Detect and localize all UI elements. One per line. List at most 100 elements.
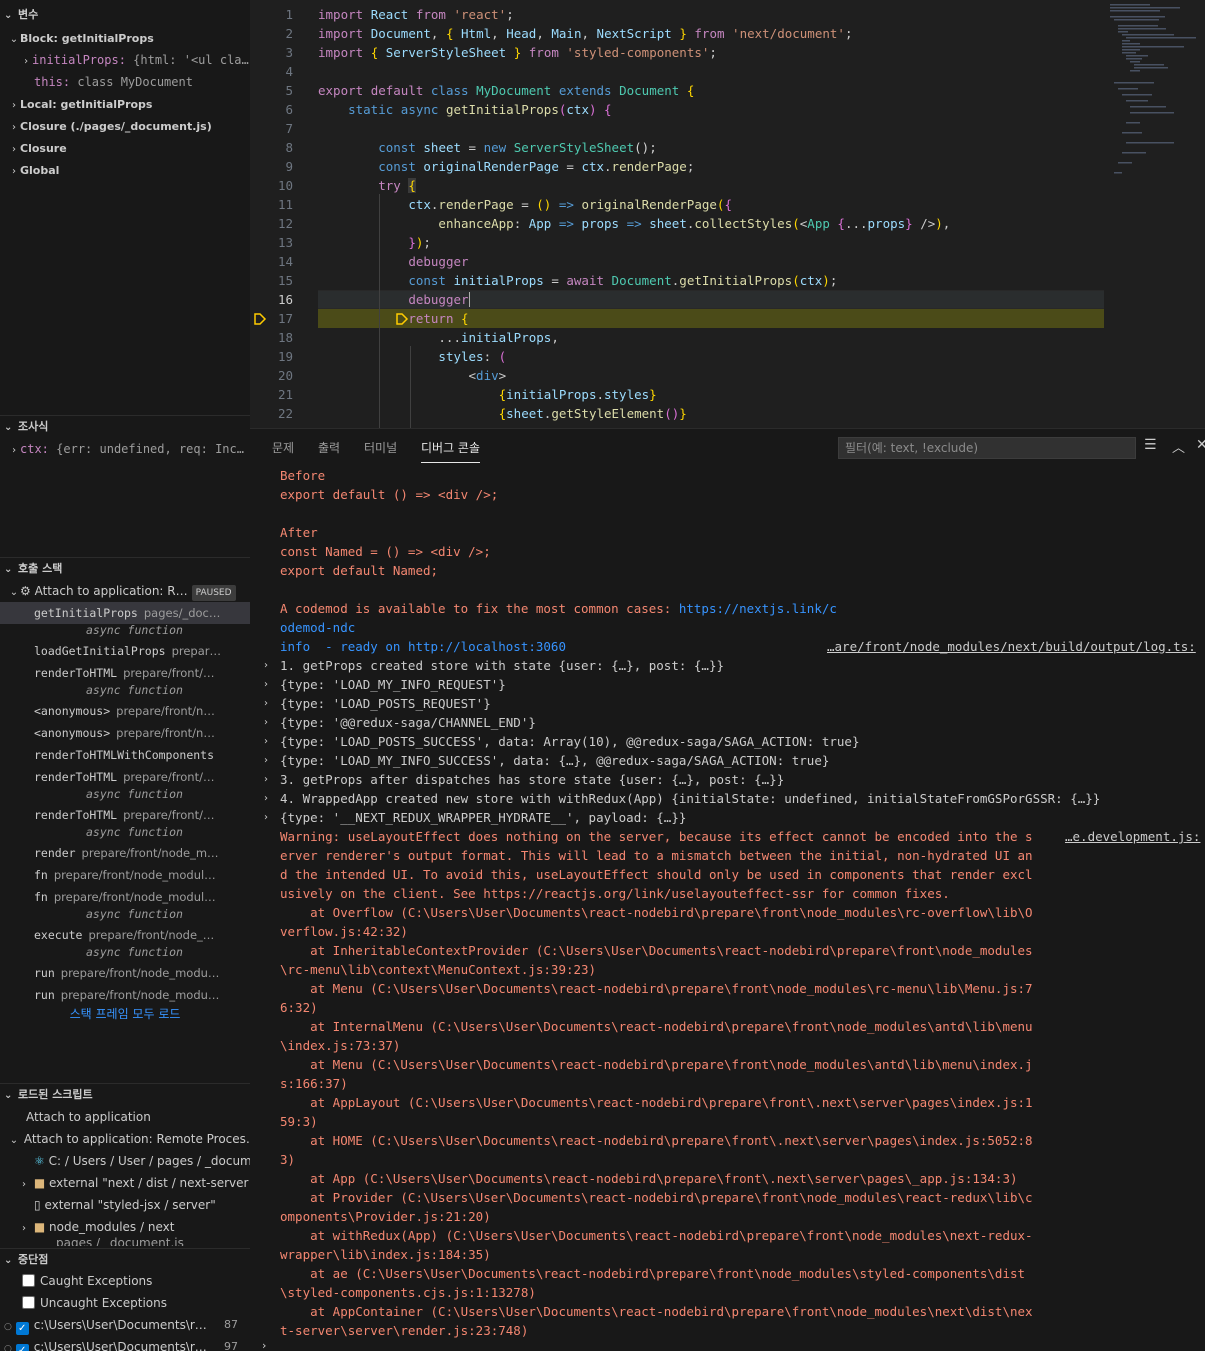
async-separator: async function	[86, 945, 183, 959]
variables-section-header[interactable]: ⌄ 변수	[0, 4, 250, 26]
console-line: wrapper\lib\index.js:184:35)	[280, 1247, 491, 1262]
console-source-link[interactable]: …e.development.js:	[1065, 827, 1200, 846]
code-editor[interactable]: 1 2 3 4 5 6 7 8 9 10 11 12 13 14 15 16 17 18 19 20 21 22 impo…	[250, 0, 1205, 428]
console-line: info - ready on http://localhost:3060	[280, 639, 566, 654]
tab-terminal[interactable]: 터미널	[364, 439, 397, 463]
chevron-up-icon[interactable]: ︿	[1172, 437, 1185, 456]
console-line: A codemod is available to fix the most c…	[280, 601, 837, 616]
word-wrap-icon[interactable]: ☰	[1144, 437, 1157, 453]
console-line: at AppLayout (C:\Users\User\Documents\re…	[280, 1095, 1033, 1110]
console-line: at Menu (C:\Users\User\Documents\react-n…	[280, 981, 1033, 996]
frame-source: prepare/front/node_modu…	[60, 966, 220, 980]
script-styled-jsx[interactable]: ▯ external "styled-jsx / server"	[0, 1194, 250, 1216]
console-input-prompt-icon[interactable]: ›	[262, 1339, 266, 1351]
console-filter-input[interactable]: 필터(예: text, !exclude)	[838, 437, 1136, 459]
console-line: {type: '@@redux-saga/CHANNEL_END'}	[280, 715, 536, 730]
scope-global[interactable]: › Global	[0, 159, 250, 181]
chevron-right-icon: ›	[22, 1179, 26, 1190]
tab-debug-console[interactable]: 디버그 콘솔	[421, 439, 481, 463]
console-line: Warning: useLayoutEffect does nothing on…	[280, 829, 1033, 844]
chevron-right-icon[interactable]: ›	[264, 732, 268, 751]
script-next-server[interactable]: › ■ external "next / dist / next-server	[0, 1172, 250, 1194]
frame-name: getInitialProps	[34, 606, 138, 620]
frame-name: <anonymous>	[34, 726, 111, 740]
stack-frame[interactable]: loadGetInitialProps prepar…	[0, 640, 250, 662]
close-icon[interactable]: ✕	[1196, 437, 1205, 453]
breakpoints-section-header[interactable]: ⌄ 중단점	[0, 1248, 250, 1270]
load-all-frames-link[interactable]: 스택 프레임 모두 로드	[0, 1003, 250, 1025]
checkbox-unchecked[interactable]	[22, 1296, 35, 1309]
variable-initial-props[interactable]: › initialProps: {html: '<ul cla…	[0, 49, 250, 71]
line-number: 22	[277, 406, 293, 421]
line-number: 2	[285, 26, 293, 41]
debug-stackframe-icon	[254, 313, 267, 325]
script-node-modules[interactable]: › ■ node_modules / next	[0, 1216, 250, 1238]
console-line: at App (C:\Users\User\Documents\react-no…	[280, 1171, 1018, 1186]
checkbox-unchecked[interactable]	[22, 1274, 35, 1287]
frame-name: execute	[34, 928, 83, 942]
bp-uncaught-exceptions[interactable]: Uncaught Exceptions	[0, 1292, 250, 1314]
folder-icon: ■	[33, 1220, 46, 1234]
scope-local[interactable]: › Local: getInitialProps	[0, 93, 250, 115]
loaded-scripts-section-header[interactable]: ⌄ 로드된 스크립트	[0, 1083, 250, 1105]
frame-source: prepare/front/…	[123, 770, 215, 784]
chevron-right-icon[interactable]: ›	[264, 808, 268, 827]
stack-frame[interactable]: run prepare/front/node_modu…	[0, 962, 250, 984]
script-pages-document[interactable]: pages / _document.js	[0, 1236, 250, 1246]
frame-name: renderToHTML	[34, 666, 118, 680]
console-line: at ae (C:\Users\User\Documents\react-nod…	[280, 1266, 1026, 1281]
script-document[interactable]: ⚛ C: / Users / User / pages / _docum…	[0, 1150, 250, 1172]
chevron-right-icon[interactable]: ›	[264, 675, 268, 694]
line-number: 12	[277, 216, 293, 231]
chevron-right-icon: ›	[12, 144, 16, 155]
scope-closure[interactable]: › Closure	[0, 137, 250, 159]
script-attach[interactable]: Attach to application	[0, 1106, 250, 1128]
console-line: {type: 'LOAD_MY_INFO_SUCCESS', data: {…}…	[280, 753, 830, 768]
tab-problems[interactable]: 문제	[272, 439, 294, 463]
console-source-link[interactable]: …are/front/node_modules/next/build/outpu…	[827, 637, 1196, 656]
checkbox-checked[interactable]: ✓	[15, 1322, 29, 1335]
frame-source: prepare/front/node_modu…	[60, 988, 220, 1002]
call-stack-section-header[interactable]: ⌄ 호출 스택	[0, 557, 250, 579]
paused-badge: PAUSED	[191, 585, 236, 601]
chevron-right-icon[interactable]: ›	[264, 656, 268, 675]
frame-source: prepare/front/n…	[116, 704, 215, 718]
chevron-right-icon[interactable]: ›	[264, 770, 268, 789]
chevron-right-icon: ›	[10, 445, 18, 456]
line-number: 7	[285, 121, 293, 136]
console-line: {type: 'LOAD_MY_INFO_REQUEST'}	[280, 677, 506, 692]
chevron-down-icon: ⌄	[4, 10, 13, 21]
chevron-right-icon[interactable]: ›	[264, 751, 268, 770]
scope-closure-file[interactable]: › Closure (./pages/_document.js)	[0, 115, 250, 137]
frame-name: fn	[34, 890, 48, 904]
tab-output[interactable]: 출력	[318, 439, 340, 463]
bp-caught-exceptions[interactable]: Caught Exceptions	[0, 1270, 250, 1292]
console-line: \index.js:73:37)	[280, 1038, 401, 1053]
scope-block[interactable]: ⌄ Block: getInitialProps	[0, 27, 250, 49]
checkbox-checked[interactable]: ✓	[15, 1344, 29, 1351]
chevron-right-icon: ›	[12, 122, 16, 133]
minimap[interactable]	[1108, 2, 1198, 182]
stack-frame[interactable]: fn prepare/front/node_modul…	[0, 864, 250, 886]
chevron-right-icon[interactable]: ›	[264, 713, 268, 732]
watch-item-ctx[interactable]: › ctx: {err: undefined, req: Inc…	[0, 438, 250, 460]
chevron-down-icon: ⌄	[4, 1090, 13, 1101]
breakpoint-2[interactable]: ○ ✓ c:\Users\User\Documents\r… 97	[0, 1336, 250, 1351]
console-line: erver renderer's output format. This wil…	[280, 848, 1033, 863]
chevron-right-icon[interactable]: ›	[264, 789, 268, 808]
stack-frame[interactable]: <anonymous> prepare/front/n…	[0, 722, 250, 744]
frame-source: prepare/front/n…	[116, 726, 215, 740]
debug-session[interactable]: ⌄ ⚙ Attach to application: R… PAUSED	[0, 580, 250, 602]
script-remote-process[interactable]: ⌄ Attach to application: Remote Proces…	[0, 1128, 250, 1150]
console-line: d the intended UI. To avoid this, useLay…	[280, 867, 1033, 882]
stack-frame[interactable]: render prepare/front/node_m…	[0, 842, 250, 864]
console-line: \styled-components.cjs.js:1:13278)	[280, 1285, 536, 1300]
chevron-right-icon[interactable]: ›	[264, 694, 268, 713]
stack-frame[interactable]: <anonymous> prepare/front/n…	[0, 700, 250, 722]
frame-name: run	[34, 988, 55, 1002]
watch-section-header[interactable]: ⌄ 조사식	[0, 415, 250, 437]
variable-this[interactable]: this: class MyDocument	[0, 71, 250, 93]
breakpoint-1[interactable]: ○ ✓ c:\Users\User\Documents\r… 87	[0, 1314, 250, 1336]
frame-name: fn	[34, 868, 48, 882]
stack-frame[interactable]: renderToHTMLWithComponents	[0, 744, 250, 766]
